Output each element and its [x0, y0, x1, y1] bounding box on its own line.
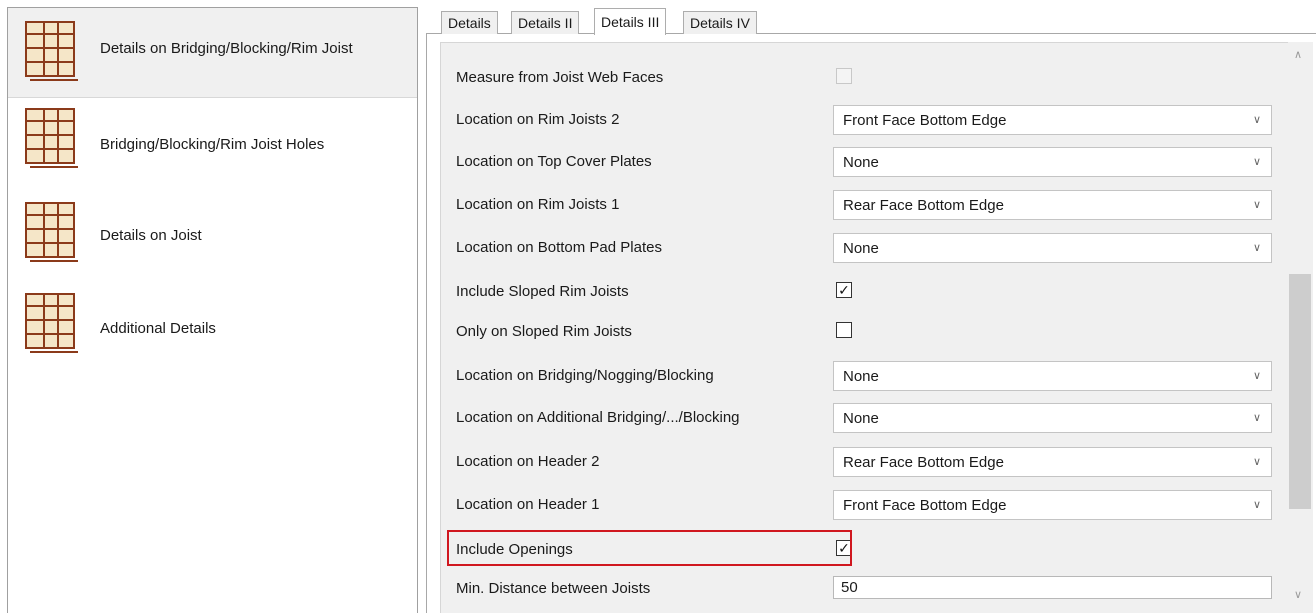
only-sloped-rim-joists-row: Only on Sloped Rim Joists [456, 321, 1276, 345]
frame-grid-icon [25, 108, 78, 168]
field-label: Measure from Joist Web Faces [456, 69, 664, 86]
tab-details-ii[interactable]: Details II [511, 11, 580, 34]
select-value: None [843, 240, 879, 257]
min-distance-input[interactable]: 50 [833, 576, 1272, 599]
field-label: Only on Sloped Rim Joists [456, 323, 632, 340]
sidebar-item-label: Details on Bridging/Blocking/Rim Joist [100, 40, 353, 57]
sidebar-item-label: Bridging/Blocking/Rim Joist Holes [100, 136, 325, 153]
field-label: Location on Top Cover Plates [456, 153, 652, 170]
field-label: Location on Rim Joists 2 [456, 111, 620, 128]
include-sloped-rim-joists-row: Include Sloped Rim Joists ✓ [456, 281, 1276, 305]
chevron-down-icon: ∨ [1252, 199, 1261, 211]
category-list: Details on Bridging/Blocking/Rim Joist B… [7, 7, 418, 613]
additional-bridging-blocking-row: Location on Additional Bridging/.../Bloc… [456, 403, 1276, 433]
tab-details[interactable]: Details [441, 11, 498, 34]
chevron-down-icon: ∨ [1252, 242, 1261, 254]
field-label: Location on Additional Bridging/.../Bloc… [456, 409, 740, 426]
select-value: Rear Face Bottom Edge [843, 197, 1004, 214]
field-label: Include Sloped Rim Joists [456, 283, 629, 300]
select-value: Front Face Bottom Edge [843, 497, 1007, 514]
field-label: Location on Header 2 [456, 453, 600, 470]
field-label: Location on Rim Joists 1 [456, 196, 620, 213]
bottom-pad-plates-select[interactable]: None ∨ [833, 233, 1272, 263]
chevron-down-icon: ∨ [1252, 370, 1261, 382]
bridging-nogging-blocking-select[interactable]: None ∨ [833, 361, 1272, 391]
select-value: None [843, 368, 879, 385]
min-distance-row: Min. Distance between Joists 50 [456, 576, 1276, 602]
sidebar-item-additional-details[interactable]: Additional Details [8, 284, 417, 374]
top-cover-plates-row: Location on Top Cover Plates None ∨ [456, 147, 1276, 177]
scroll-up-icon[interactable]: ∧ [1294, 48, 1302, 61]
field-label: Location on Header 1 [456, 496, 600, 513]
additional-bridging-blocking-select[interactable]: None ∨ [833, 403, 1272, 433]
sidebar-item-holes[interactable]: Bridging/Blocking/Rim Joist Holes [8, 99, 417, 189]
tab-details-iv[interactable]: Details IV [683, 11, 757, 34]
bridging-nogging-blocking-row: Location on Bridging/Nogging/Blocking No… [456, 361, 1276, 391]
select-value: Front Face Bottom Edge [843, 112, 1007, 129]
chevron-down-icon: ∨ [1252, 499, 1261, 511]
chevron-down-icon: ∨ [1252, 456, 1261, 468]
rim-joists-1-row: Location on Rim Joists 1 Rear Face Botto… [456, 190, 1276, 220]
frame-grid-icon [25, 202, 78, 262]
top-cover-plates-select[interactable]: None ∨ [833, 147, 1272, 177]
frame-grid-icon [25, 21, 78, 81]
select-value: None [843, 154, 879, 171]
only-sloped-rim-joists-checkbox[interactable] [836, 322, 852, 338]
include-sloped-rim-joists-checkbox[interactable]: ✓ [836, 282, 852, 298]
sidebar-item-label: Additional Details [100, 320, 216, 337]
vertical-scrollbar[interactable]: ∧ ∨ [1288, 42, 1313, 613]
frame-grid-icon [25, 293, 78, 353]
scroll-down-icon[interactable]: ∨ [1294, 588, 1302, 601]
header-2-row: Location on Header 2 Rear Face Bottom Ed… [456, 447, 1276, 477]
chevron-down-icon: ∨ [1252, 156, 1261, 168]
field-label: Include Openings [456, 541, 573, 558]
measure-from-web-faces-checkbox[interactable] [836, 68, 852, 84]
sidebar-item-joist-details[interactable]: Details on Joist [8, 193, 417, 283]
sidebar-item-label: Details on Joist [100, 227, 202, 244]
chevron-down-icon: ∨ [1252, 412, 1261, 424]
bottom-pad-plates-row: Location on Bottom Pad Plates None ∨ [456, 233, 1276, 263]
rim-joists-1-select[interactable]: Rear Face Bottom Edge ∨ [833, 190, 1272, 220]
header-2-select[interactable]: Rear Face Bottom Edge ∨ [833, 447, 1272, 477]
scroll-thumb[interactable] [1289, 274, 1311, 509]
field-label: Min. Distance between Joists [456, 580, 651, 597]
field-label: Location on Bottom Pad Plates [456, 239, 662, 256]
select-value: None [843, 410, 879, 427]
sidebar-item-bridging-details[interactable]: Details on Bridging/Blocking/Rim Joist [8, 8, 417, 98]
header-1-select[interactable]: Front Face Bottom Edge ∨ [833, 490, 1272, 520]
include-openings-checkbox[interactable]: ✓ [836, 540, 852, 556]
field-label: Location on Bridging/Nogging/Blocking [456, 367, 714, 384]
include-openings-row: Include Openings ✓ [456, 539, 1276, 563]
header-1-row: Location on Header 1 Front Face Bottom E… [456, 490, 1276, 520]
rim-joists-2-row: Location on Rim Joists 2 Front Face Bott… [456, 105, 1276, 135]
chevron-down-icon: ∨ [1252, 114, 1261, 126]
tab-details-iii[interactable]: Details III [594, 8, 667, 35]
measure-from-web-faces-row: Measure from Joist Web Faces [456, 67, 1276, 91]
details-iii-panel: Measure from Joist Web Faces Location on… [440, 42, 1289, 613]
input-value: 50 [841, 579, 858, 596]
select-value: Rear Face Bottom Edge [843, 454, 1004, 471]
rim-joists-2-select[interactable]: Front Face Bottom Edge ∨ [833, 105, 1272, 135]
